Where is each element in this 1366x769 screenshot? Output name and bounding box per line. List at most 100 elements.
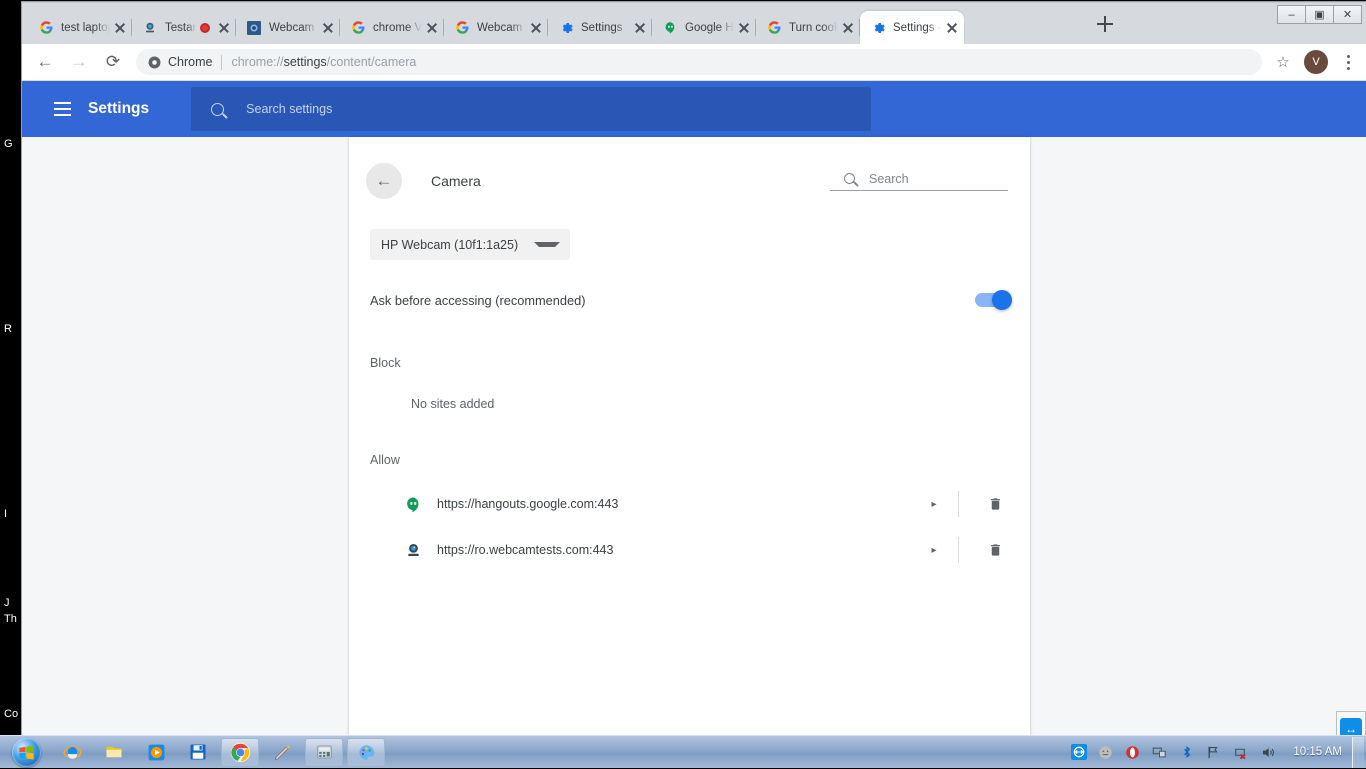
hamburger-menu-icon[interactable]: [42, 89, 82, 129]
browser-tab[interactable]: Turn cookies: [756, 11, 860, 44]
google-icon: [454, 20, 470, 36]
taskbar-clock[interactable]: 10:15 AM: [1293, 746, 1342, 758]
tab-close-icon[interactable]: [528, 20, 544, 36]
allow-site-row[interactable]: https://ro.webcamtests.com:443 ▸: [404, 527, 1009, 573]
browser-tab[interactable]: Settings: [548, 11, 652, 44]
teamviewer-side-widget[interactable]: ↔: [1336, 711, 1366, 736]
chrome-menu-icon[interactable]: [1336, 49, 1360, 75]
tab-close-icon[interactable]: [320, 20, 336, 36]
chrome-settings-icon: [870, 20, 886, 36]
teamviewer-tray-icon[interactable]: [1068, 742, 1089, 763]
tab-close-icon[interactable]: [216, 20, 232, 36]
tab-title: Google Han: [685, 21, 734, 34]
restore-button[interactable]: ▣: [1305, 5, 1334, 24]
network-error-tray-icon[interactable]: [1230, 742, 1251, 763]
window-controls: – ▣ ✕: [1277, 5, 1362, 24]
allow-site-list: https://hangouts.google.com:443 ▸ https://…: [349, 481, 1030, 573]
bookmark-star-icon[interactable]: ☆: [1270, 49, 1296, 75]
browser-tab[interactable]: Settings - C: [860, 11, 964, 44]
google-icon: [38, 20, 54, 36]
hangouts-icon: [662, 20, 678, 36]
delete-site-icon[interactable]: [981, 542, 1009, 558]
desktop-text-fragment: J: [4, 597, 10, 609]
url-prefix: chrome://: [231, 55, 284, 69]
subpage-back-button[interactable]: ←: [366, 163, 402, 199]
tab-close-icon[interactable]: [424, 20, 440, 36]
settings-search-box[interactable]: Search settings: [191, 87, 872, 131]
tab-close-icon[interactable]: [840, 20, 856, 36]
network-monitor-tray-icon[interactable]: [1149, 742, 1170, 763]
tab-title: Turn cookies: [789, 21, 838, 34]
tab-title: Webcam wo: [477, 21, 526, 34]
allow-section-title: Allow: [370, 453, 400, 467]
omnibox-separator: [221, 54, 223, 70]
subpage-search-input[interactable]: Search: [830, 172, 1008, 191]
block-empty-note: No sites added: [411, 397, 495, 411]
taskbar-items: [49, 737, 385, 767]
reload-button[interactable]: ⟳: [99, 48, 127, 76]
chevron-right-icon[interactable]: ▸: [922, 499, 946, 510]
browser-tab[interactable]: Google Han: [652, 11, 756, 44]
subpage-header: ← Camera Search: [349, 137, 1030, 199]
forward-button[interactable]: →: [65, 48, 93, 76]
chevron-down-icon: [534, 242, 561, 247]
browser-tab[interactable]: Testarea: [132, 11, 236, 44]
tab-title: test laptop w: [61, 21, 110, 34]
row-divider: [958, 537, 959, 563]
file-explorer-icon[interactable]: [95, 738, 133, 767]
camera-device-dropdown[interactable]: HP Webcam (10f1:1a25): [370, 229, 570, 260]
ask-before-accessing-toggle[interactable]: [975, 290, 1012, 310]
webcamtests-icon: [246, 20, 262, 36]
delete-site-icon[interactable]: [981, 496, 1009, 512]
site-chip-label: Chrome: [168, 55, 213, 69]
settings-top-bar: Settings Search settings: [22, 81, 1366, 137]
address-bar[interactable]: Chrome chrome://settings/content/camera: [136, 49, 1262, 75]
browser-tab[interactable]: Webcam Tes: [236, 11, 340, 44]
minimize-button[interactable]: –: [1277, 5, 1306, 24]
grey-face-tray-icon[interactable]: [1095, 742, 1116, 763]
site-chip: Chrome: [148, 55, 212, 69]
omnibox-url: chrome://settings/content/camera: [231, 55, 416, 69]
tab-title: Settings: [581, 21, 623, 34]
desktop-text-fragment: Co: [4, 708, 19, 720]
chrome-logo-icon: [148, 56, 161, 68]
page-title: Camera: [431, 173, 481, 189]
calculator-icon[interactable]: [305, 737, 343, 767]
paint-tool-icon[interactable]: [263, 738, 301, 767]
new-tab-button[interactable]: [1092, 11, 1118, 37]
tab-close-icon[interactable]: [112, 20, 128, 36]
browser-tab[interactable]: chrome Vers: [340, 11, 444, 44]
hangouts-icon: [404, 495, 422, 513]
block-section-title: Block: [370, 356, 401, 370]
volume-tray-icon[interactable]: [1257, 742, 1278, 763]
media-player-icon[interactable]: [137, 738, 175, 767]
bluetooth-tray-icon[interactable]: [1176, 742, 1197, 763]
back-button[interactable]: ←: [31, 48, 59, 76]
save-icon[interactable]: [179, 738, 217, 767]
start-button[interactable]: [3, 737, 49, 768]
opera-tray-icon[interactable]: [1122, 742, 1143, 763]
profile-avatar[interactable]: V: [1304, 50, 1328, 74]
browser-tab[interactable]: Webcam wo: [444, 11, 548, 44]
tab-close-icon[interactable]: [944, 20, 960, 36]
allow-site-row[interactable]: https://hangouts.google.com:443 ▸: [404, 481, 1009, 527]
flag-tray-icon[interactable]: [1203, 742, 1224, 763]
system-tray: 10:15 AM: [1065, 736, 1366, 769]
browser-tab[interactable]: test laptop w: [28, 11, 132, 44]
tab-recording-indicator-icon: [200, 22, 210, 33]
browser-toolbar: ← → ⟳ Chrome chrome://settings/content/c…: [22, 44, 1366, 81]
site-url-label: https://ro.webcamtests.com:443: [437, 543, 614, 557]
paint-icon[interactable]: [347, 737, 385, 767]
show-desktop-button[interactable]: [1352, 736, 1364, 768]
close-button[interactable]: ✕: [1333, 5, 1362, 24]
internet-explorer-icon[interactable]: [53, 738, 91, 767]
chrome-icon[interactable]: [221, 737, 259, 767]
chevron-right-icon[interactable]: ▸: [922, 545, 946, 556]
tab-close-icon[interactable]: [736, 20, 752, 36]
desktop-background: G R I J Th Co test laptop w Testarea Webcam Tes…: [0, 0, 1366, 768]
teamviewer-icon: ↔: [1340, 718, 1362, 736]
windows-taskbar: 10:15 AM: [0, 735, 1366, 768]
google-icon: [350, 20, 366, 36]
tab-title: Settings - C: [893, 21, 942, 34]
tab-close-icon[interactable]: [632, 20, 648, 36]
